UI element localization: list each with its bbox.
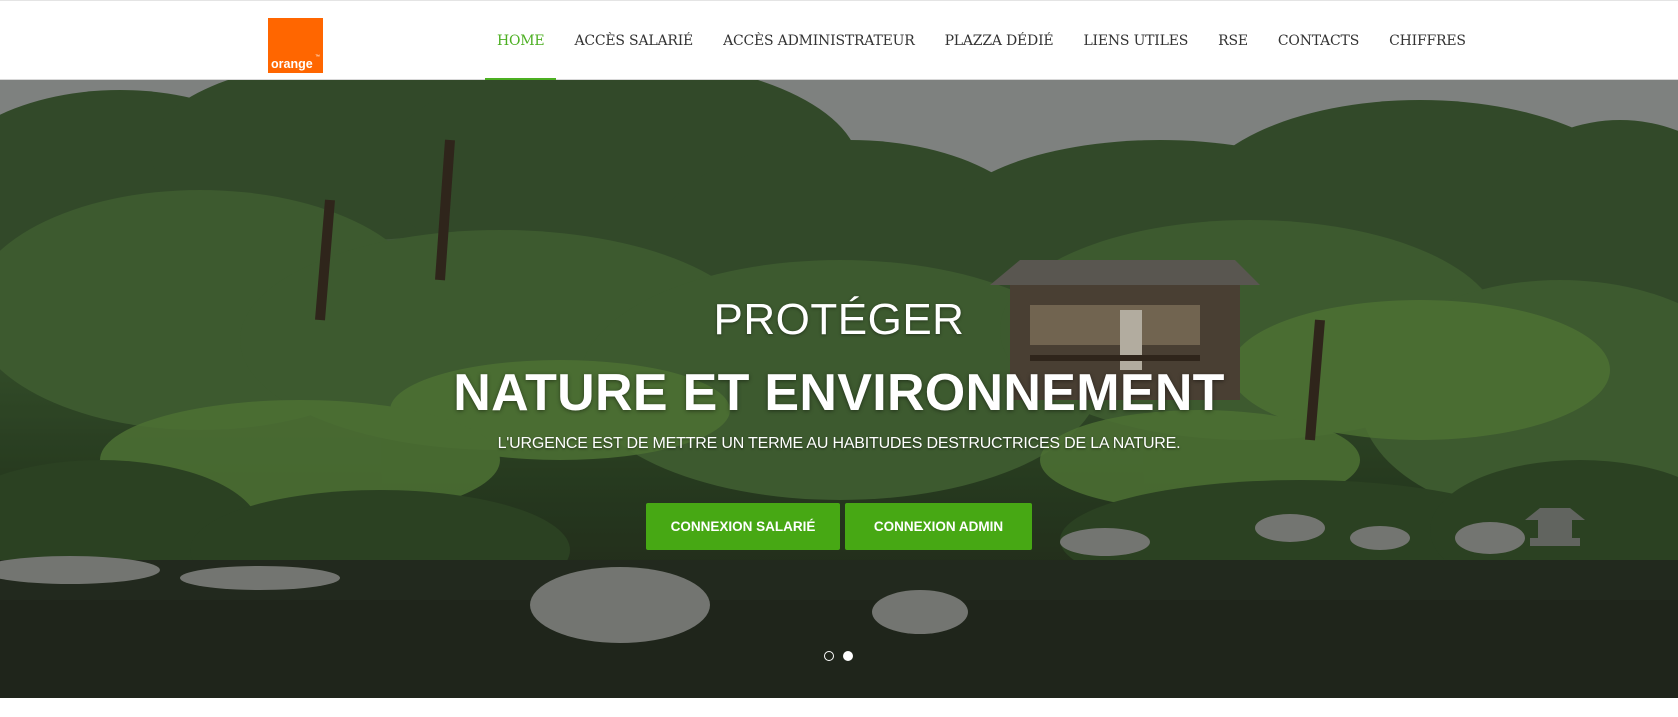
nav-item-plazza-dedie[interactable]: PLAZZA DÉDIÉ bbox=[933, 1, 1066, 81]
hero-title: NATURE ET ENVIRONNEMENT bbox=[453, 364, 1225, 422]
page: orange ™ HOME ACCÈS SALARIÉ ACCÈS ADMINI… bbox=[0, 0, 1678, 717]
hero-subtitle: L'URGENCE EST DE METTRE UN TERME AU HABI… bbox=[497, 435, 1181, 452]
connexion-admin-button[interactable]: CONNEXION ADMIN bbox=[845, 503, 1032, 550]
nav-item-acces-salarie[interactable]: ACCÈS SALARIÉ bbox=[562, 1, 705, 81]
hero-kicker: PROTÉGER bbox=[713, 295, 965, 344]
nav-item-home[interactable]: HOME bbox=[485, 1, 557, 81]
page-bottom-strip bbox=[0, 698, 1678, 717]
hero-buttons: CONNEXION SALARIÉ CONNEXION ADMIN bbox=[646, 503, 1032, 550]
nav-item-liens-utiles[interactable]: LIENS UTILES bbox=[1071, 1, 1200, 81]
site-header: orange ™ HOME ACCÈS SALARIÉ ACCÈS ADMINI… bbox=[0, 0, 1678, 81]
slide-dot-2[interactable] bbox=[843, 651, 853, 661]
slider-pagination bbox=[824, 651, 853, 661]
main-nav: HOME ACCÈS SALARIÉ ACCÈS ADMINISTRATEUR … bbox=[485, 1, 1484, 81]
orange-logo[interactable]: orange ™ bbox=[268, 18, 323, 73]
connexion-salarie-button[interactable]: CONNEXION SALARIÉ bbox=[646, 503, 840, 550]
trademark-mark: ™ bbox=[315, 54, 320, 60]
slide-dot-1[interactable] bbox=[824, 651, 834, 661]
nav-item-chiffres[interactable]: CHIFFRES bbox=[1377, 1, 1478, 81]
hero-slider: PROTÉGER NATURE ET ENVIRONNEMENT L'URGEN… bbox=[0, 80, 1678, 698]
nav-item-rse[interactable]: RSE bbox=[1206, 1, 1260, 81]
nav-item-acces-administrateur[interactable]: ACCÈS ADMINISTRATEUR bbox=[711, 1, 927, 81]
logo-text: orange bbox=[271, 56, 313, 71]
nav-item-contacts[interactable]: CONTACTS bbox=[1266, 1, 1371, 81]
